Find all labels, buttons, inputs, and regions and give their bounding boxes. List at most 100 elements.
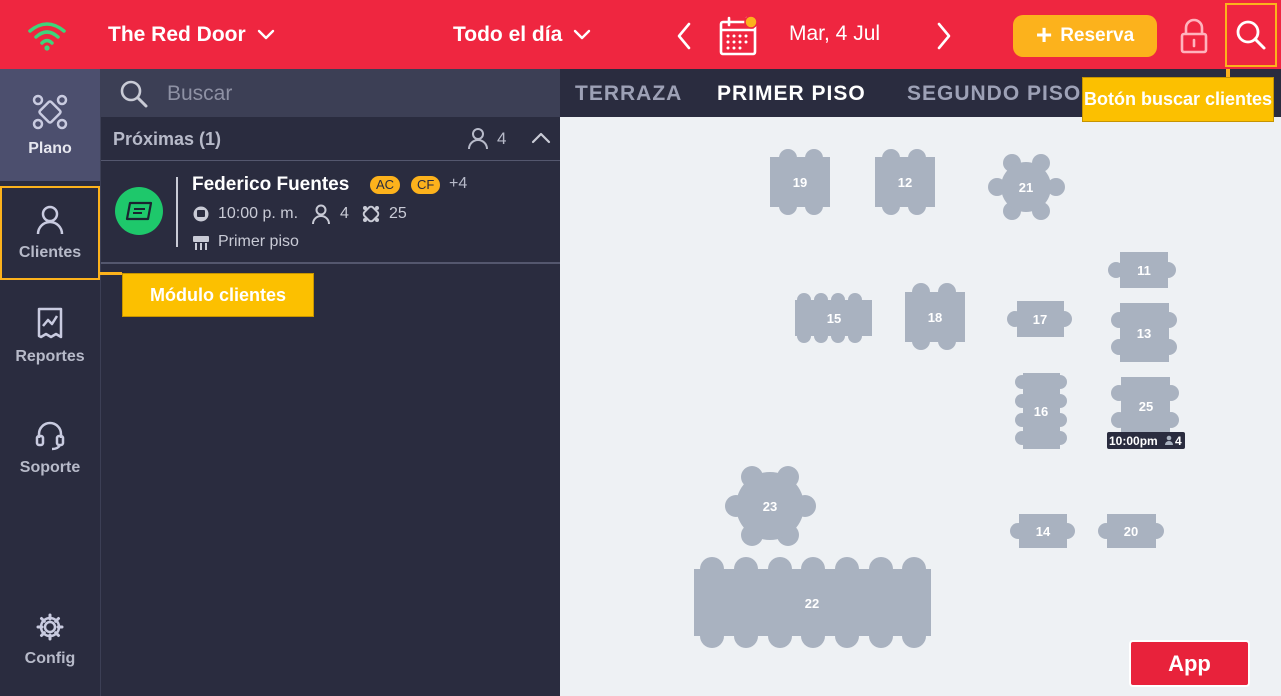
nav-label: Soporte bbox=[19, 459, 81, 476]
search-clients-button[interactable] bbox=[1225, 3, 1277, 67]
app-button[interactable]: App bbox=[1129, 640, 1250, 687]
table-label: 17 bbox=[1033, 312, 1047, 327]
search-callout: Botón buscar clientes bbox=[1082, 77, 1274, 122]
nav-item-clientes[interactable]: Clientes bbox=[0, 186, 100, 280]
tab-primer-piso[interactable]: PRIMER PISO bbox=[717, 82, 866, 106]
floor-plan-icon bbox=[32, 94, 68, 130]
chevron-down-icon bbox=[257, 29, 274, 40]
table-label: 13 bbox=[1137, 326, 1151, 341]
app-button-label: App bbox=[1168, 650, 1211, 676]
search-icon bbox=[120, 80, 148, 108]
new-reservation-label: Reserva bbox=[1060, 25, 1135, 46]
search-callout-text: Botón buscar clientes bbox=[1083, 89, 1273, 109]
reservations-panel: Próximas (1) 4 Federico Fu bbox=[100, 69, 560, 696]
nav-label: Plano bbox=[28, 140, 72, 157]
calendar-icon[interactable] bbox=[717, 14, 761, 58]
venue-name: The Red Door bbox=[108, 23, 246, 46]
person-icon bbox=[36, 205, 64, 235]
current-date: Mar, 4 Jul bbox=[789, 22, 881, 45]
wifi-icon bbox=[28, 22, 66, 51]
table-label: 11 bbox=[1137, 263, 1151, 278]
table-18[interactable]: 18 bbox=[905, 283, 965, 350]
table-label: 22 bbox=[805, 596, 819, 611]
upcoming-section-title: Próximas (1) bbox=[113, 129, 222, 149]
reservation-card[interactable]: Federico Fuentes AC CF +4 10:00 p. m. 4 bbox=[101, 161, 560, 264]
table-label: 14 bbox=[1036, 524, 1051, 539]
chevron-up-icon[interactable] bbox=[531, 129, 551, 147]
reservation-details: 10:00 p. m. 4 25 bbox=[192, 203, 407, 225]
search-icon bbox=[1236, 20, 1266, 50]
nav-label: Config bbox=[24, 650, 76, 667]
lock-icon[interactable] bbox=[1177, 17, 1211, 55]
table-label: 15 bbox=[827, 311, 841, 326]
table-label: 21 bbox=[1019, 180, 1033, 195]
new-reservation-button[interactable]: + Reserva bbox=[1013, 15, 1157, 57]
left-navigation: Plano Clientes Reportes Soporte Config bbox=[0, 69, 100, 696]
reservation-table: 25 bbox=[388, 205, 407, 222]
nav-item-plano[interactable]: Plano bbox=[0, 69, 100, 181]
upcoming-guest-count: 4 bbox=[467, 127, 506, 151]
search-bar bbox=[101, 69, 560, 117]
table-25[interactable]: 25 10:00pm 4 bbox=[1107, 377, 1185, 449]
table-22[interactable]: 22 bbox=[694, 557, 931, 648]
callout-connector bbox=[100, 272, 122, 275]
shift-name: Todo el día bbox=[453, 23, 563, 46]
venue-selector[interactable]: The Red Door bbox=[108, 20, 276, 50]
reservation-area: Primer piso bbox=[218, 233, 299, 250]
chevron-down-icon bbox=[574, 29, 591, 40]
table-15[interactable]: 15 bbox=[795, 293, 872, 343]
nav-item-soporte[interactable]: Soporte bbox=[0, 392, 100, 504]
upcoming-section-header[interactable]: Próximas (1) 4 bbox=[101, 117, 560, 161]
headset-icon bbox=[35, 421, 65, 451]
table-16[interactable]: 16 bbox=[1015, 373, 1067, 449]
table-17[interactable]: 17 bbox=[1007, 301, 1072, 337]
card-divider bbox=[176, 177, 178, 247]
upcoming-guest-number: 4 bbox=[497, 129, 507, 148]
previous-day-button[interactable] bbox=[672, 20, 696, 52]
search-input[interactable] bbox=[167, 79, 527, 109]
table-label: 18 bbox=[928, 310, 942, 325]
table-label: 12 bbox=[898, 175, 912, 190]
reservation-guests: 4 bbox=[340, 205, 349, 222]
person-icon bbox=[312, 204, 331, 225]
clients-callout: Módulo clientes bbox=[122, 273, 314, 317]
floor-plan: 19 12 21 11 15 18 17 13 16 25 10:00pm 4 … bbox=[560, 117, 1281, 696]
plus-icon: + bbox=[1035, 18, 1053, 50]
table-label: 16 bbox=[1034, 404, 1048, 419]
table-label: 19 bbox=[793, 175, 807, 190]
tab-terraza[interactable]: TERRAZA bbox=[575, 82, 682, 106]
guest-name: Federico Fuentes bbox=[192, 174, 350, 195]
table-shape-icon bbox=[362, 205, 380, 223]
nav-item-reportes[interactable]: Reportes bbox=[0, 280, 100, 392]
tag-badge: AC bbox=[370, 176, 401, 194]
table-12[interactable]: 12 bbox=[875, 149, 935, 215]
area-icon bbox=[193, 236, 209, 250]
table-23[interactable]: 23 bbox=[725, 466, 816, 546]
reservation-area-row: Primer piso bbox=[192, 231, 299, 253]
report-icon bbox=[37, 307, 63, 339]
top-bar: The Red Door Todo el día Mar, 4 Jul + Re… bbox=[0, 0, 1281, 69]
reservation-time: 10:00 p. m. bbox=[218, 205, 299, 222]
clock-icon bbox=[193, 206, 209, 222]
reservation-badge-time: 10:00pm bbox=[1109, 434, 1158, 448]
gear-icon bbox=[36, 613, 64, 641]
shift-selector[interactable]: Todo el día bbox=[453, 20, 592, 50]
tab-segundo-piso[interactable]: SEGUNDO PISO bbox=[907, 82, 1081, 106]
table-icon bbox=[125, 201, 153, 221]
table-label: 23 bbox=[763, 499, 777, 514]
table-20[interactable]: 20 bbox=[1098, 514, 1164, 548]
clients-callout-text: Módulo clientes bbox=[149, 284, 286, 305]
table-19[interactable]: 19 bbox=[770, 149, 830, 215]
next-day-button[interactable] bbox=[932, 20, 956, 52]
nav-item-config[interactable]: Config bbox=[0, 584, 100, 696]
more-tags-count: +4 bbox=[449, 175, 468, 192]
table-13[interactable]: 13 bbox=[1111, 303, 1177, 362]
app-root: The Red Door Todo el día Mar, 4 Jul + Re… bbox=[0, 0, 1281, 696]
table-label: 20 bbox=[1124, 524, 1138, 539]
table-label: 25 bbox=[1139, 399, 1153, 414]
table-11[interactable]: 11 bbox=[1108, 252, 1176, 288]
floor-plan-canvas: 19 12 21 11 15 18 17 13 16 25 10:00pm 4 … bbox=[694, 149, 1185, 648]
seated-status-badge bbox=[115, 187, 163, 235]
table-14[interactable]: 14 bbox=[1010, 514, 1075, 548]
table-21[interactable]: 21 bbox=[988, 154, 1065, 220]
